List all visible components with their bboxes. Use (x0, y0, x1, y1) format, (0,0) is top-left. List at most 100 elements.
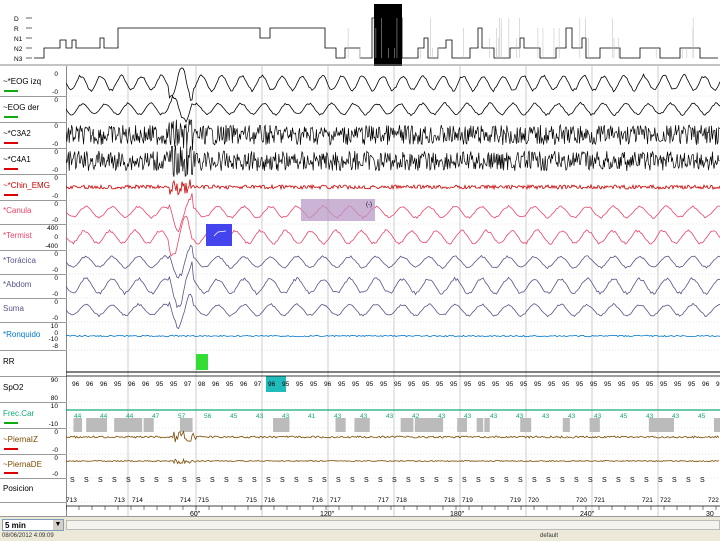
channel-label-spo2[interactable]: SpO2 (3, 383, 59, 392)
channel-label-eog-left[interactable]: ~*EOG izq (3, 77, 59, 86)
channel-scale-label: 0 (54, 275, 58, 282)
heart-rate-artifact (457, 418, 467, 432)
channel-scale-label: 0 (54, 299, 58, 306)
position-marker: S (518, 477, 523, 484)
hypnogram-stage-label: D (14, 16, 19, 23)
position-marker: S (126, 477, 131, 484)
spo2-value: 98 (198, 381, 206, 388)
position-marker: S (112, 477, 117, 484)
trace-abdom (65, 261, 720, 309)
channel-label-posicion[interactable]: Posicion (3, 484, 59, 493)
spo2-value: 95 (156, 381, 164, 388)
heart-rate-artifact (73, 418, 83, 432)
channel-scale-label: -400 (44, 243, 58, 250)
channel-label-suma[interactable]: Suma (3, 304, 59, 313)
position-marker: S (350, 477, 355, 484)
hypnogram[interactable]: D R N1 N2 N3 (0, 0, 720, 66)
channel-label-eog-right[interactable]: ~EOG der (3, 103, 59, 112)
position-marker: S (672, 477, 677, 484)
spo2-value: 95 (366, 381, 374, 388)
position-marker: S (686, 477, 691, 484)
position-marker: S (70, 477, 75, 484)
trace-suma (65, 293, 720, 330)
channel-scale-label: 0 (54, 71, 58, 78)
channel-label-panel: ~*EOG izq 0 -0 ~EOG der 0 ~*C3A2 0 -0 ~*C4A1 0 -0 ~… (0, 66, 67, 516)
spo2-value: 95 (408, 381, 416, 388)
position-marker: S (224, 477, 229, 484)
heart-rate-artifact (430, 418, 444, 432)
channel-gain-bar (4, 472, 18, 474)
heart-rate-value: 45 (620, 413, 628, 420)
heart-rate-artifact (179, 418, 193, 432)
channel-scale-label: 0 (54, 149, 58, 156)
channel-label-c4a1[interactable]: ~*C4A1 (3, 155, 59, 164)
heart-rate-artifact (354, 418, 359, 432)
spo2-value: 96 (86, 381, 94, 388)
hypnogram-stage-label: N1 (14, 36, 23, 43)
spo2-value: 96 (240, 381, 248, 388)
time-span-select[interactable]: 5 min ▼ (2, 519, 64, 531)
channel-label-termist[interactable]: *Termist (3, 231, 59, 240)
epoch-number: 722 (708, 497, 719, 504)
position-marker: S (546, 477, 551, 484)
channel-scale-label: 0 (54, 455, 58, 462)
epoch-number: 721 (594, 497, 605, 504)
position-marker: S (238, 477, 243, 484)
channel-label-canula[interactable]: *Canula (3, 206, 59, 215)
spo2-value: 95 (226, 381, 234, 388)
spo2-value: 96 (716, 381, 720, 388)
status-text: default (540, 533, 559, 539)
epoch-number: 718 (444, 497, 455, 504)
position-marker: S (266, 477, 271, 484)
epoch-number: 715 (198, 497, 209, 504)
spo2-value: 95 (562, 381, 570, 388)
channel-label-pierna-de[interactable]: ~PiernaDE (3, 460, 59, 469)
channel-scale-label: -0 (52, 447, 58, 454)
epoch-number: 718 (396, 497, 407, 504)
channel-scale-label: -0 (52, 291, 58, 298)
channel-scale-label: 0 (54, 201, 58, 208)
channel-label-toracica[interactable]: *Torácica (3, 256, 59, 265)
rem-period-block (374, 4, 402, 66)
epoch-number: 713 (114, 497, 125, 504)
channel-separator (0, 350, 66, 351)
channel-scale-label: -8 (52, 343, 58, 350)
heart-rate-artifact (414, 418, 432, 432)
epoch-number: 720 (576, 497, 587, 504)
heart-rate-artifact (114, 418, 131, 432)
epoch-number: 717 (378, 497, 389, 504)
heart-rate-artifact (589, 418, 600, 432)
chevron-down-icon[interactable]: ▼ (53, 520, 63, 530)
channel-label-rr[interactable]: RR (3, 357, 59, 366)
horizontal-scrollbar[interactable] (66, 520, 720, 530)
channel-label-abdom[interactable]: *Abdom (3, 280, 59, 289)
heart-rate-artifact (335, 418, 346, 432)
position-marker: S (252, 477, 257, 484)
epoch-number: 714 (132, 497, 143, 504)
spo2-value: 95 (618, 381, 626, 388)
spo2-value: 95 (548, 381, 556, 388)
heart-rate-artifact (562, 418, 570, 432)
spo2-value: 95 (282, 381, 290, 388)
heart-rate-value: 56 (204, 413, 212, 420)
channel-label-frec-car[interactable]: Frec.Car (3, 409, 59, 418)
channel-gain-bar (4, 168, 18, 170)
epoch-number: 720 (528, 497, 539, 504)
channel-label-chin-emg[interactable]: ~*Chin_EMG (3, 181, 59, 190)
position-marker: S (140, 477, 145, 484)
heart-rate-value: 43 (386, 413, 394, 420)
position-marker: S (616, 477, 621, 484)
spo2-value: 95 (674, 381, 682, 388)
hypnogram-chart: DR N1 N2 N3 (0, 4, 720, 66)
signal-trace-area[interactable]: (-) 96 96 96 95 96 96 95 95 97 98 96 95 96 97 96 95 95 95 9… (65, 66, 720, 518)
channel-scale-label: 0 (54, 123, 58, 130)
channel-label-c3a2[interactable]: ~*C3A2 (3, 129, 59, 138)
epoch-number: 719 (510, 497, 521, 504)
position-marker: S (574, 477, 579, 484)
heart-rate-artifact (713, 418, 720, 432)
epoch-number: 717 (330, 497, 341, 504)
spo2-value: 97 (254, 381, 262, 388)
bottom-toolbar: 5 min ▼ 08/06/2012 4:09:09 default (0, 516, 720, 541)
spo2-value: 95 (464, 381, 472, 388)
channel-label-pierna-iz[interactable]: ~PiernaIZ (3, 435, 59, 444)
